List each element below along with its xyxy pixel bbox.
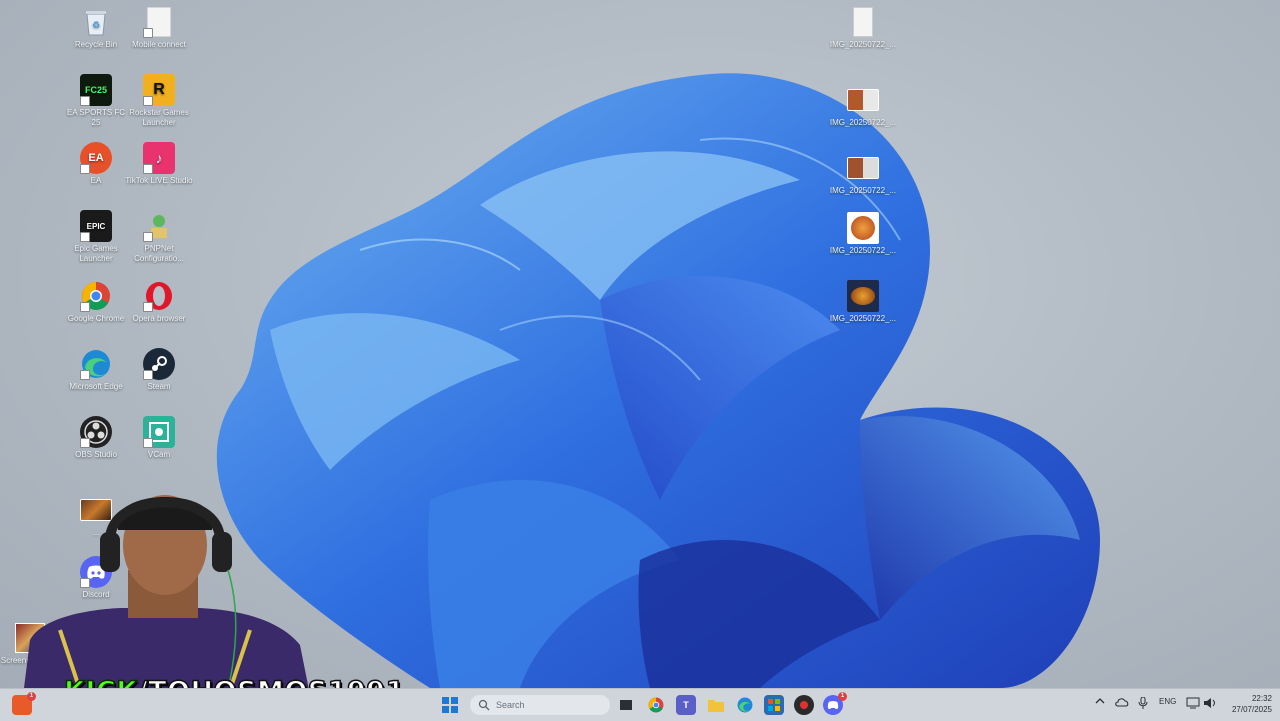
taskbar: 1 Search T 1 ENG 22:32 27/07/2025: [0, 688, 1280, 721]
svg-text:♻: ♻: [92, 20, 100, 30]
search-placeholder: Search: [496, 700, 525, 710]
record-icon: [800, 701, 808, 709]
image-file-icon: [847, 212, 879, 244]
chrome-icon: [80, 280, 112, 312]
edge-icon-tile[interactable]: Microsoft Edge: [62, 348, 130, 392]
network-config-icon: [143, 210, 175, 242]
desktop-icon-label: Recycle Bin: [74, 40, 118, 49]
vcam-icon-tile[interactable]: VCam: [125, 416, 193, 460]
windows-icon: [442, 697, 458, 713]
image-file-icon: [847, 280, 879, 312]
image-file-icon: [847, 84, 879, 116]
desktop-icon-label: IMG_20250722_...: [829, 40, 897, 49]
desktop-icon-label: IMG_20250722_...: [829, 118, 897, 127]
taskbar-discord[interactable]: 1: [823, 692, 847, 715]
taskbar-chrome[interactable]: [646, 695, 666, 715]
ea-icon: EA: [80, 142, 112, 174]
taskbar-teams[interactable]: T: [676, 695, 696, 715]
discord-icon: [827, 701, 839, 709]
vcam-icon: [143, 416, 175, 448]
tray-microphone-icon[interactable]: [1138, 696, 1148, 711]
epic-icon-tile[interactable]: EPIC Epic Games Launcher: [62, 210, 130, 264]
desktop-icon-label: EA SPORTS FC 25: [66, 108, 126, 127]
system-clock[interactable]: 22:32 27/07/2025: [1222, 693, 1272, 715]
obs-icon-tile[interactable]: OBS Studio: [62, 416, 130, 460]
task-view-button[interactable]: [616, 695, 636, 715]
ea-icon-tile[interactable]: EA EA: [62, 142, 130, 186]
folder-icon: [708, 700, 724, 712]
desktop-icon-label: Steam: [147, 382, 171, 391]
widgets-button[interactable]: 1: [12, 692, 36, 715]
start-button[interactable]: [440, 695, 460, 715]
desktop-icon-label: Epic Games Launcher: [74, 244, 118, 263]
epic-games-icon: EPIC: [80, 210, 112, 242]
opera-icon: [143, 280, 175, 312]
rockstar-icon: R: [143, 74, 175, 106]
steam-icon-tile[interactable]: Steam: [125, 348, 193, 392]
steam-icon: [143, 348, 175, 380]
mobile-connect-icon-tile[interactable]: Mobile connect: [125, 6, 193, 50]
image-file-icon: [847, 6, 879, 38]
tray-cloud-icon[interactable]: [1115, 697, 1129, 709]
chrome-icon-tile[interactable]: Google Chrome: [62, 280, 130, 324]
pnp-icon-tile[interactable]: PNPNet Configuratio...: [125, 210, 193, 264]
file-icon: [143, 6, 175, 38]
taskbar-recorder[interactable]: [794, 695, 814, 715]
tiktok-icon: ♪: [143, 142, 175, 174]
desktop-icon-label: OBS Studio: [75, 450, 117, 459]
image-icon-tile[interactable]: IMG_20250722_...: [829, 212, 897, 256]
edge-icon: [737, 697, 753, 713]
recycle-bin-icon-tile[interactable]: ♻ Recycle Bin: [62, 6, 130, 50]
tray-overflow-chevron-up-icon[interactable]: [1095, 697, 1105, 707]
desktop-icon-label: PNPNet Configuratio...: [134, 244, 184, 263]
desktop-icon-label: Mobile connect: [132, 40, 186, 49]
tray-volume-icon[interactable]: [1203, 697, 1217, 711]
tray-network-icon[interactable]: [1186, 697, 1200, 711]
discord-badge: 1: [838, 692, 847, 701]
desktop-icon-label: Rockstar Games Launcher: [129, 108, 189, 127]
tiktok-studio-icon-tile[interactable]: ♪ TikTok LIVE Studio: [125, 142, 193, 186]
language-indicator[interactable]: ENG: [1159, 697, 1176, 706]
search-icon: [478, 699, 490, 711]
opera-icon-tile[interactable]: Opera browser: [125, 280, 193, 324]
image-icon-tile[interactable]: IMG_20250722_...: [829, 280, 897, 324]
rockstar-icon-tile[interactable]: R Rockstar Games Launcher: [125, 74, 193, 128]
task-view-icon: [620, 700, 632, 710]
desktop-icon-label: VCam: [147, 450, 171, 459]
obs-icon: [80, 416, 112, 448]
image-icon-tile[interactable]: IMG_20250722_...: [829, 84, 897, 128]
clock-time: 22:32: [1251, 694, 1272, 703]
desktop-icon-label: IMG_20250722_...: [829, 186, 897, 195]
desktop-icon-label: Opera browser: [132, 314, 186, 323]
teams-icon: T: [683, 700, 689, 710]
desktop-icon-label: IMG_20250722_...: [829, 314, 897, 323]
widget-badge: 1: [27, 692, 36, 701]
ea-sports-fc-icon: FC25: [80, 74, 112, 106]
store-icon: [768, 699, 780, 711]
desktop-icon-label: IMG_20250722_...: [829, 246, 897, 255]
taskbar-file-explorer[interactable]: [706, 695, 726, 715]
edge-icon: [80, 348, 112, 380]
image-icon-tile[interactable]: IMG_20250722_...: [829, 152, 897, 196]
taskbar-search[interactable]: Search: [470, 695, 610, 715]
image-file-icon: [847, 152, 879, 184]
image-icon-tile[interactable]: IMG_20250722_...: [829, 6, 897, 50]
recycle-bin-icon: ♻: [80, 6, 112, 38]
desktop-icon-label: TikTok LIVE Studio: [125, 176, 193, 185]
ea-sports-fc-icon-tile[interactable]: FC25 EA SPORTS FC 25: [62, 74, 130, 128]
desktop-icon-label: Google Chrome: [67, 314, 125, 323]
taskbar-store[interactable]: [764, 695, 784, 715]
desktop-icon-label: EA: [90, 176, 102, 185]
taskbar-edge[interactable]: [735, 695, 755, 715]
clock-date: 27/07/2025: [1231, 705, 1272, 714]
desktop-icon-label: Microsoft Edge: [69, 382, 123, 391]
chrome-icon: [648, 697, 664, 713]
